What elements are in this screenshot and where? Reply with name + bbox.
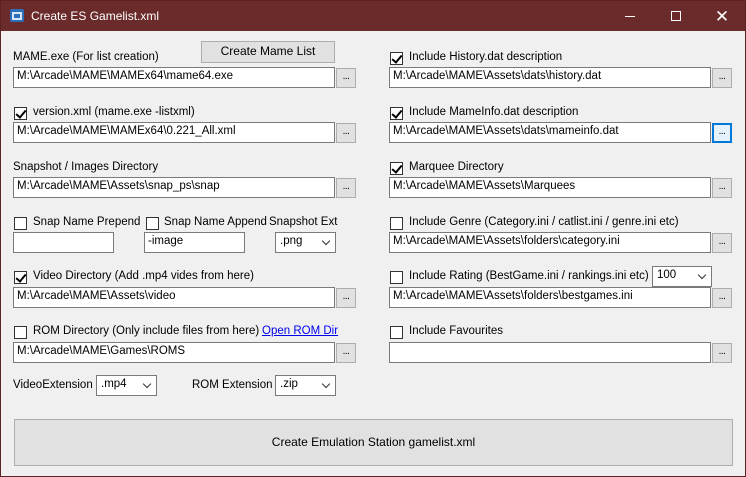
rating-input[interactable]: M:\Arcade\MAME\Assets\folders\bestgames.… — [389, 287, 711, 308]
video-extension-value: .mp4 — [101, 378, 127, 390]
app-window: Create ES Gamelist.xml ✕ MAME.exe (For l… — [0, 0, 746, 477]
rating-label: Include Rating (BestGame.ini / rankings.… — [409, 270, 649, 282]
mame-exe-browse-button[interactable]: ... — [336, 68, 356, 88]
snap-prepend-label: Snap Name Prepend — [33, 216, 141, 228]
chevron-down-icon — [142, 379, 152, 389]
mame-exe-label: MAME.exe (For list creation) — [13, 51, 159, 63]
snap-prepend-input[interactable] — [13, 232, 114, 253]
video-dir-input[interactable]: M:\Arcade\MAME\Assets\video — [13, 287, 335, 308]
snapshot-dir-label: Snapshot / Images Directory — [13, 161, 159, 173]
window-title: Create ES Gamelist.xml — [31, 9, 160, 23]
version-xml-checkbox[interactable] — [14, 107, 27, 120]
rating-checkbox[interactable] — [390, 271, 403, 284]
marquee-label: Marquee Directory — [409, 161, 504, 173]
snap-append-checkbox[interactable] — [146, 217, 159, 230]
rating-select[interactable]: 100 — [652, 266, 712, 287]
rom-dir-browse-button[interactable]: ... — [336, 343, 356, 363]
snap-append-input[interactable]: -image — [144, 232, 245, 253]
close-button[interactable]: ✕ — [699, 1, 745, 31]
favourites-input[interactable] — [389, 342, 711, 363]
version-xml-browse-button[interactable]: ... — [336, 123, 356, 143]
title-bar[interactable]: Create ES Gamelist.xml ✕ — [1, 1, 745, 31]
genre-input[interactable]: M:\Arcade\MAME\Assets\folders\category.i… — [389, 232, 711, 253]
mameinfo-browse-button[interactable]: ... — [712, 123, 732, 143]
create-gamelist-button[interactable]: Create Emulation Station gamelist.xml — [14, 419, 733, 466]
app-window-icon — [10, 9, 24, 22]
genre-label: Include Genre (Category.ini / catlist.in… — [409, 216, 679, 228]
close-icon: ✕ — [714, 6, 730, 26]
video-extension-select[interactable]: .mp4 — [96, 375, 157, 396]
favourites-browse-button[interactable]: ... — [712, 343, 732, 363]
video-extension-label: VideoExtension — [13, 379, 93, 391]
rom-dir-input[interactable]: M:\Arcade\MAME\Games\ROMS — [13, 342, 335, 363]
video-dir-browse-button[interactable]: ... — [336, 288, 356, 308]
history-browse-button[interactable]: ... — [712, 68, 732, 88]
open-rom-dir-link[interactable]: Open ROM Dir — [262, 325, 338, 337]
marquee-browse-button[interactable]: ... — [712, 178, 732, 198]
genre-browse-button[interactable]: ... — [712, 233, 732, 253]
mameinfo-checkbox[interactable] — [390, 107, 403, 120]
minimize-icon — [625, 15, 635, 17]
chevron-down-icon — [697, 270, 707, 280]
rom-extension-label: ROM Extension — [192, 379, 273, 391]
rom-dir-checkbox[interactable] — [14, 326, 27, 339]
marquee-checkbox[interactable] — [390, 162, 403, 175]
minimize-button[interactable] — [607, 1, 653, 31]
mameinfo-label: Include MameInfo.dat description — [409, 106, 579, 118]
snapshot-ext-select[interactable]: .png — [275, 232, 336, 253]
favourites-label: Include Favourites — [409, 325, 503, 337]
mame-exe-input[interactable]: M:\Arcade\MAME\MAMEx64\mame64.exe — [13, 67, 335, 88]
snap-prepend-checkbox[interactable] — [14, 217, 27, 230]
mameinfo-input[interactable]: M:\Arcade\MAME\Assets\dats\mameinfo.dat — [389, 122, 711, 143]
video-dir-label: Video Directory (Add .mp4 vides from her… — [33, 270, 254, 282]
favourites-checkbox[interactable] — [390, 326, 403, 339]
snap-append-label: Snap Name Append — [164, 216, 267, 228]
video-dir-checkbox[interactable] — [14, 271, 27, 284]
rating-select-value: 100 — [657, 269, 677, 281]
snapshot-ext-value: .png — [280, 235, 303, 247]
snapshot-dir-input[interactable]: M:\Arcade\MAME\Assets\snap_ps\snap — [13, 177, 335, 198]
snapshot-ext-label: Snapshot Ext — [269, 216, 338, 228]
version-xml-label: version.xml (mame.exe -listxml) — [33, 106, 195, 118]
snapshot-dir-browse-button[interactable]: ... — [336, 178, 356, 198]
rom-extension-value: .zip — [280, 378, 298, 390]
history-checkbox[interactable] — [390, 52, 403, 65]
marquee-input[interactable]: M:\Arcade\MAME\Assets\Marquees — [389, 177, 711, 198]
rom-dir-label: ROM Directory (Only include files from h… — [33, 325, 260, 337]
history-label: Include History.dat description — [409, 51, 563, 63]
chevron-down-icon — [321, 379, 331, 389]
maximize-button[interactable] — [653, 1, 699, 31]
rom-extension-select[interactable]: .zip — [275, 375, 336, 396]
rating-browse-button[interactable]: ... — [712, 288, 732, 308]
create-mame-list-button[interactable]: Create Mame List — [201, 41, 335, 63]
version-xml-input[interactable]: M:\Arcade\MAME\MAMEx64\0.221_All.xml — [13, 122, 335, 143]
maximize-icon — [671, 11, 681, 21]
history-input[interactable]: M:\Arcade\MAME\Assets\dats\history.dat — [389, 67, 711, 88]
genre-checkbox[interactable] — [390, 217, 403, 230]
chevron-down-icon — [321, 236, 331, 246]
